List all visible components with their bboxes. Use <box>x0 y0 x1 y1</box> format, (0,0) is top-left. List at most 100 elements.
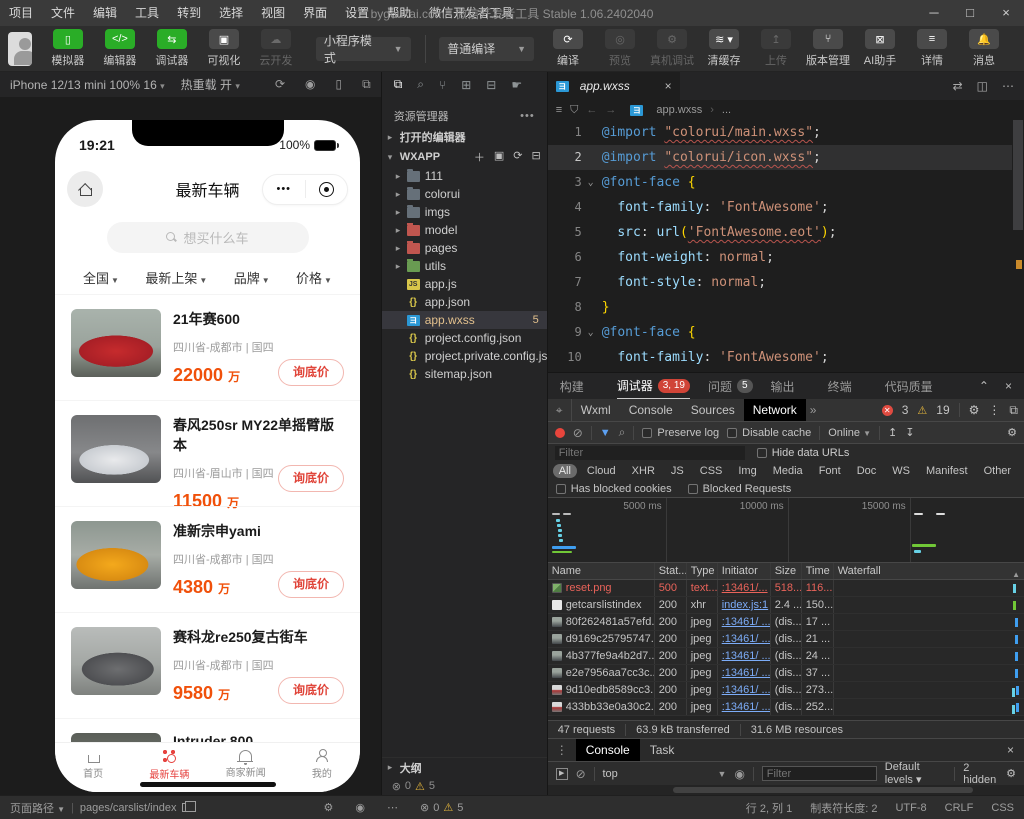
tree-item[interactable]: ▸ colorui <box>382 185 547 203</box>
code-line[interactable]: 2@import "colorui/icon.wxss"; <box>548 145 1024 170</box>
record-network-icon[interactable] <box>555 428 565 438</box>
compile-tool-button[interactable]: ⚙ 真机调试 <box>647 29 697 68</box>
tree-item[interactable]: ▸ imgs <box>382 203 547 221</box>
inspect-element-icon[interactable]: ⌖ <box>548 399 572 421</box>
back-icon[interactable]: ← <box>586 104 597 116</box>
network-settings-icon[interactable]: ⚙ <box>1007 426 1017 439</box>
tree-item[interactable]: sitemap.json <box>382 365 547 383</box>
tree-item[interactable]: project.config.json <box>382 329 547 347</box>
console-filter-input[interactable] <box>762 766 877 781</box>
hide-data-urls-checkbox[interactable]: Hide data URLs <box>757 447 850 459</box>
right-tool-button[interactable]: 🔔 消息 <box>959 29 1009 68</box>
debugger-tab[interactable]: 调试器 3, 19 <box>617 373 690 399</box>
listing-item[interactable]: 赛科龙re250复古街车 四川省-成都市 | 国四 9580 万 询底价 <box>55 612 360 718</box>
open-changes-icon[interactable]: ⇄ <box>953 79 963 93</box>
network-table-header[interactable]: Name Stat... Type Initiator Size Time Wa… <box>548 563 1024 580</box>
error-count-icon[interactable]: ✕ <box>882 405 893 416</box>
view-toggle-button[interactable]: ⇆ 调试器 <box>147 29 197 68</box>
debugger-tab[interactable]: 问题 5 <box>708 373 753 399</box>
preserve-log-checkbox[interactable]: Preserve log <box>642 427 719 439</box>
network-request-row[interactable]: 433bb33e0a30c2... 200 jpeg :13461/ ... (… <box>548 699 1024 716</box>
close-drawer-icon[interactable]: × <box>1007 743 1024 757</box>
more-actions-icon[interactable]: ••• <box>520 110 535 122</box>
compile-tool-button[interactable]: ◎ 预览 <box>595 29 645 68</box>
cursor-position[interactable]: 行 2, 列 1 <box>746 800 792 816</box>
eye-icon[interactable]: ◉ <box>355 801 365 814</box>
view-toggle-button[interactable]: ▣ 可视化 <box>199 29 249 68</box>
tree-item[interactable]: app.js <box>382 275 547 293</box>
resource-type-pill[interactable]: Media <box>767 464 809 478</box>
menu-item[interactable]: 项目 <box>0 0 42 26</box>
editor-tab[interactable]: app.wxss × <box>548 72 680 100</box>
menu-item[interactable]: 视图 <box>252 0 294 26</box>
layout-icon[interactable]: ⊟ <box>486 78 496 92</box>
refresh-icon[interactable]: ⟳ <box>513 149 522 165</box>
code-editor[interactable]: 1@import "colorui/main.wxss";2@import "c… <box>548 120 1024 372</box>
outline-icon[interactable]: ≡ <box>556 104 562 116</box>
bug-icon[interactable]: ⚙ <box>324 801 334 814</box>
bookmark-icon[interactable]: ⛉ <box>570 104 578 117</box>
search-input[interactable]: 想买什么车 <box>107 222 309 253</box>
close-miniprogram-button[interactable] <box>306 182 348 197</box>
compile-mode-select[interactable]: 普通编译▼ <box>439 37 534 61</box>
devtools-tab[interactable]: Wxml <box>572 399 620 421</box>
hand-icon[interactable]: ☛ <box>511 78 522 92</box>
ask-price-button[interactable]: 询底价 <box>278 677 344 704</box>
multi-window-icon[interactable]: ⧉ <box>362 77 371 92</box>
resource-type-pill[interactable]: Img <box>732 464 762 478</box>
new-file-icon[interactable]: ＋ <box>474 149 485 165</box>
tree-item[interactable]: ▸ 111 <box>382 167 547 185</box>
resource-type-pill[interactable]: CSS <box>694 464 729 478</box>
resource-type-pill[interactable]: All <box>553 464 577 478</box>
right-tool-button[interactable]: ⑂ 版本管理 <box>803 29 853 68</box>
throttling-select[interactable]: Online ▼ <box>828 427 871 439</box>
menu-item[interactable]: 界面 <box>294 0 336 26</box>
ask-price-button[interactable]: 询底价 <box>278 359 344 386</box>
undock-icon[interactable]: ⧉ <box>1009 403 1018 418</box>
filter-dropdown[interactable]: 全国▼ <box>83 268 119 287</box>
code-line[interactable]: 10 font-family: 'FontAwesome'; <box>548 345 1024 370</box>
record-icon[interactable]: ◉ <box>305 77 315 92</box>
close-tab-icon[interactable]: × <box>665 79 672 93</box>
code-line[interactable]: 9⌄@font-face { <box>548 320 1024 345</box>
page-path[interactable]: pages/carslist/index <box>80 802 177 814</box>
log-levels-select[interactable]: Default levels ▾ <box>885 761 947 786</box>
filter-dropdown[interactable]: 价格▼ <box>296 268 332 287</box>
close-panel-icon[interactable]: × <box>1005 379 1012 393</box>
avatar[interactable] <box>8 32 32 66</box>
filter-dropdown[interactable]: 品牌▼ <box>234 268 270 287</box>
menu-item[interactable]: 选择 <box>210 0 252 26</box>
extensions-icon[interactable]: ⊞ <box>461 78 471 92</box>
tree-item[interactable]: app.wxss 5 <box>382 311 547 329</box>
export-har-icon[interactable]: ↧ <box>905 426 914 439</box>
compile-tool-button[interactable]: ⟳ 编译 <box>543 29 593 68</box>
horizontal-scrollbar[interactable] <box>548 785 1024 795</box>
network-filter-input[interactable] <box>555 446 745 460</box>
resource-type-pill[interactable]: XHR <box>626 464 661 478</box>
debugger-tab[interactable]: 构建 <box>560 373 599 399</box>
search-network-icon[interactable]: ⌕ <box>619 425 626 440</box>
minimize-button[interactable]: ─ <box>916 0 952 26</box>
network-request-row[interactable]: reset.png 500 text... :13461/... 518... … <box>548 580 1024 597</box>
editor-scrollbar[interactable] <box>1012 120 1024 372</box>
resource-type-pill[interactable]: Cloud <box>581 464 622 478</box>
debugger-tab[interactable]: 代码质量 <box>885 373 948 399</box>
devtools-tab[interactable]: Network <box>744 399 806 421</box>
resource-type-pill[interactable]: Font <box>813 464 847 478</box>
tree-item[interactable]: ▸ utils <box>382 257 547 275</box>
resource-type-pill[interactable]: JS <box>665 464 690 478</box>
language-mode[interactable]: CSS <box>991 802 1014 814</box>
more-icon[interactable]: ⋯ <box>387 801 398 814</box>
menu-item[interactable]: 微信开发者工具 <box>420 0 522 26</box>
code-line[interactable]: 6 font-weight: normal; <box>548 245 1024 270</box>
indent-setting[interactable]: 制表符长度: 2 <box>810 800 877 816</box>
view-toggle-button[interactable]: ▯ 模拟器 <box>43 29 93 68</box>
network-request-row[interactable]: 9d10edb8589cc3... 200 jpeg :13461/ ... (… <box>548 682 1024 699</box>
code-line[interactable]: 4 font-family: 'FontAwesome'; <box>548 195 1024 220</box>
tree-item[interactable]: ▸ pages <box>382 239 547 257</box>
network-request-row[interactable]: d9169c25795747... 200 jpeg :13461/ ... (… <box>548 631 1024 648</box>
phone-tab[interactable]: 我的 <box>284 743 360 786</box>
console-settings-icon[interactable]: ⚙ <box>1006 767 1016 780</box>
resource-type-pill[interactable]: Manifest <box>920 464 974 478</box>
phone-tab[interactable]: 商家新闻 <box>208 743 284 786</box>
